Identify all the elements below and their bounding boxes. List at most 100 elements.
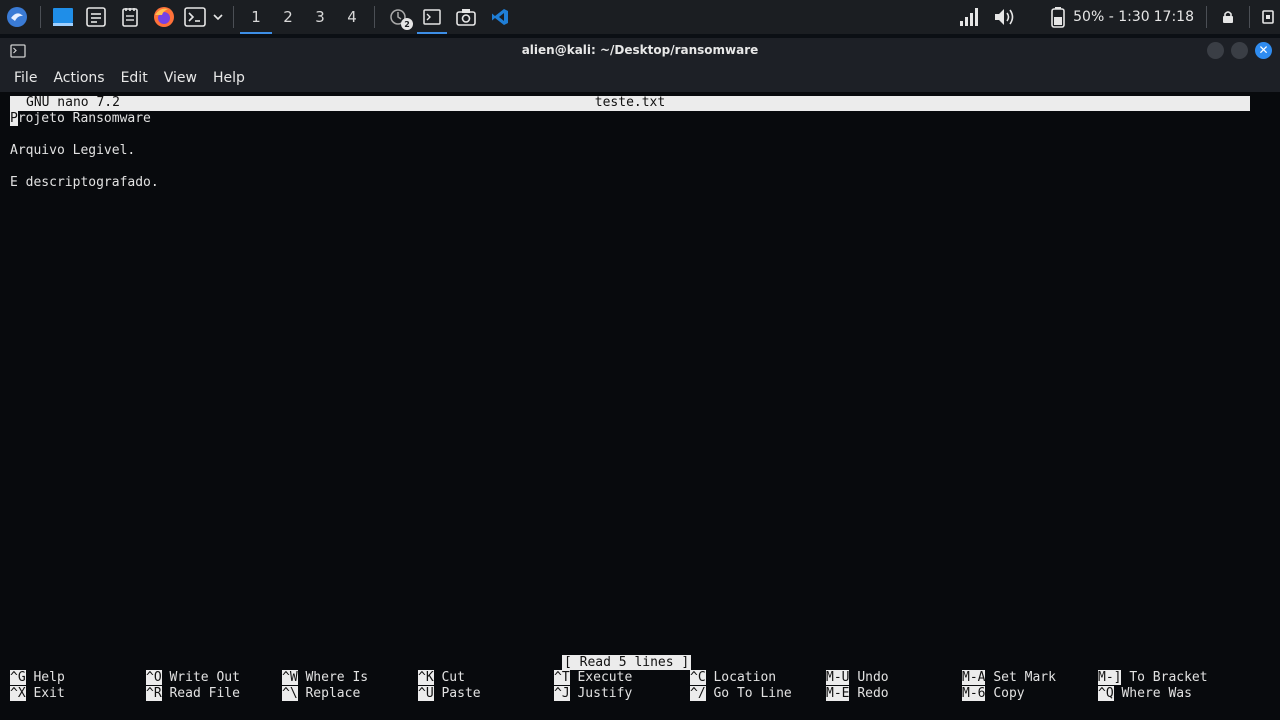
- menu-actions[interactable]: Actions: [45, 70, 112, 86]
- close-button[interactable]: ✕: [1255, 42, 1272, 59]
- shortcut-execute[interactable]: ^T Execute: [554, 670, 632, 686]
- shortcut-key: ^W: [282, 670, 298, 685]
- firefox-icon[interactable]: [147, 0, 181, 34]
- menubar: File Actions Edit View Help: [0, 64, 1280, 92]
- panel-separator: [374, 6, 375, 28]
- clock[interactable]: 17:18: [1154, 9, 1194, 25]
- shortcut-label: Justify: [577, 686, 633, 701]
- shortcut-key: ^J: [554, 686, 570, 701]
- shortcut-justify[interactable]: ^J Justify: [554, 686, 632, 702]
- text-line[interactable]: E descriptografado.: [10, 175, 159, 190]
- shortcut-key: M-U: [826, 670, 850, 685]
- text-line[interactable]: Projeto Ransomware: [10, 111, 151, 126]
- text-line-content: E descriptografado.: [10, 175, 159, 190]
- shortcut-cut[interactable]: ^K Cut: [418, 670, 465, 686]
- network-signal-icon[interactable]: [951, 0, 987, 34]
- task-count-badge: 2: [401, 18, 413, 30]
- logout-icon[interactable]: [1256, 0, 1280, 34]
- battery-status[interactable]: 50% - 1:30: [1073, 9, 1150, 25]
- window-titlebar[interactable]: alien@kali: ~/Desktop/ransomware ✕: [0, 38, 1280, 64]
- menu-help[interactable]: Help: [205, 70, 253, 86]
- shortcut-label: Go To Line: [713, 686, 792, 701]
- text-line[interactable]: Arquivo Legivel.: [10, 143, 135, 158]
- shortcut-key: M-E: [826, 686, 850, 701]
- maximize-button[interactable]: [1231, 42, 1248, 59]
- nano-filename: teste.txt: [594, 95, 666, 110]
- shortcut-help[interactable]: ^G Help: [10, 670, 65, 686]
- shortcut-key: M-A: [962, 670, 986, 685]
- shortcut-label: Cut: [441, 670, 465, 685]
- shortcut-label: Set Mark: [993, 670, 1056, 685]
- text-line-content: Arquivo Legivel.: [10, 143, 136, 158]
- task-group-icon[interactable]: 2: [381, 0, 415, 34]
- panel-separator: [40, 6, 41, 28]
- shortcut-key: ^X: [10, 686, 26, 701]
- workspace-3[interactable]: 3: [304, 0, 336, 34]
- shortcut-label: Exit: [33, 686, 65, 701]
- menu-file[interactable]: File: [6, 70, 45, 86]
- shortcut-undo[interactable]: M-U Undo: [826, 670, 889, 686]
- shortcut-label: To Bracket: [1129, 670, 1208, 685]
- shortcut-key: M-6: [962, 686, 986, 701]
- text-line-content: rojeto Ransomware: [17, 111, 151, 126]
- text-cursor: P: [10, 111, 18, 126]
- workspace-1[interactable]: 1: [240, 0, 272, 34]
- shortcut-location[interactable]: ^C Location: [690, 670, 776, 686]
- vscode-icon[interactable]: [483, 0, 517, 34]
- volume-icon[interactable]: [987, 0, 1023, 34]
- shortcut-where-is[interactable]: ^W Where Is: [282, 670, 368, 686]
- shortcut-copy[interactable]: M-6 Copy: [962, 686, 1025, 702]
- shortcut-label: Replace: [305, 686, 361, 701]
- shortcut-label: Write Out: [169, 670, 240, 685]
- shortcut-read-file[interactable]: ^R Read File: [146, 686, 240, 702]
- terminal-launcher-icon[interactable]: [181, 0, 209, 34]
- shortcut-label: Paste: [441, 686, 481, 701]
- shortcut-key: ^/: [690, 686, 706, 701]
- lock-icon[interactable]: [1213, 0, 1243, 34]
- shortcut-key: ^\: [282, 686, 298, 701]
- battery-icon: [1047, 0, 1069, 34]
- shortcut-key: ^T: [554, 670, 570, 685]
- nano-status-message: [ Read 5 lines ]: [562, 655, 692, 670]
- shortcut-label: Where Was: [1121, 686, 1192, 701]
- shortcut-to-bracket[interactable]: M-] To Bracket: [1098, 670, 1208, 686]
- shortcut-key: ^Q: [1098, 686, 1114, 701]
- shortcut-key: ^C: [690, 670, 706, 685]
- shortcut-key: ^U: [418, 686, 434, 701]
- shortcut-replace[interactable]: ^\ Replace: [282, 686, 360, 702]
- shortcut-label: Copy: [993, 686, 1025, 701]
- terminal-area[interactable]: GNU nano 7.2 teste.txt Projeto Ransomwar…: [0, 92, 1280, 720]
- shortcut-redo[interactable]: M-E Redo: [826, 686, 889, 702]
- shortcut-label: Location: [713, 670, 777, 685]
- file-manager-icon[interactable]: [79, 0, 113, 34]
- menu-view[interactable]: View: [156, 70, 205, 86]
- top-panel: 1 2 3 4 2 50% - 1:30 17:18: [0, 0, 1280, 34]
- workspace-4[interactable]: 4: [336, 0, 368, 34]
- shortcut-go-to-line[interactable]: ^/ Go To Line: [690, 686, 792, 702]
- panel-separator: [1249, 6, 1250, 28]
- chevron-down-icon[interactable]: [209, 0, 227, 34]
- workspace-2[interactable]: 2: [272, 0, 304, 34]
- shortcut-label: Help: [33, 670, 65, 685]
- shortcut-key: ^R: [146, 686, 162, 701]
- shortcut-label: Undo: [857, 670, 889, 685]
- screenshot-icon[interactable]: [449, 0, 483, 34]
- terminal-task-button[interactable]: [415, 0, 449, 34]
- shortcut-exit[interactable]: ^X Exit: [10, 686, 65, 702]
- shortcut-paste[interactable]: ^U Paste: [418, 686, 481, 702]
- nano-header-bar: GNU nano 7.2 teste.txt: [10, 95, 1250, 111]
- shortcut-key: ^G: [10, 670, 26, 685]
- shortcut-where-was[interactable]: ^Q Where Was: [1098, 686, 1192, 702]
- shortcut-write-out[interactable]: ^O Write Out: [146, 670, 240, 686]
- text-editor-icon[interactable]: [113, 0, 147, 34]
- menu-edit[interactable]: Edit: [113, 70, 156, 86]
- shortcut-set-mark[interactable]: M-A Set Mark: [962, 670, 1056, 686]
- shortcut-label: Where Is: [305, 670, 369, 685]
- panel-separator: [233, 6, 234, 28]
- shortcut-label: Redo: [857, 686, 889, 701]
- minimize-button[interactable]: [1207, 42, 1224, 59]
- panel-separator: [1206, 6, 1207, 28]
- window-title: alien@kali: ~/Desktop/ransomware: [521, 43, 759, 57]
- show-desktop-icon[interactable]: [47, 0, 79, 34]
- kali-menu-icon[interactable]: [0, 0, 34, 34]
